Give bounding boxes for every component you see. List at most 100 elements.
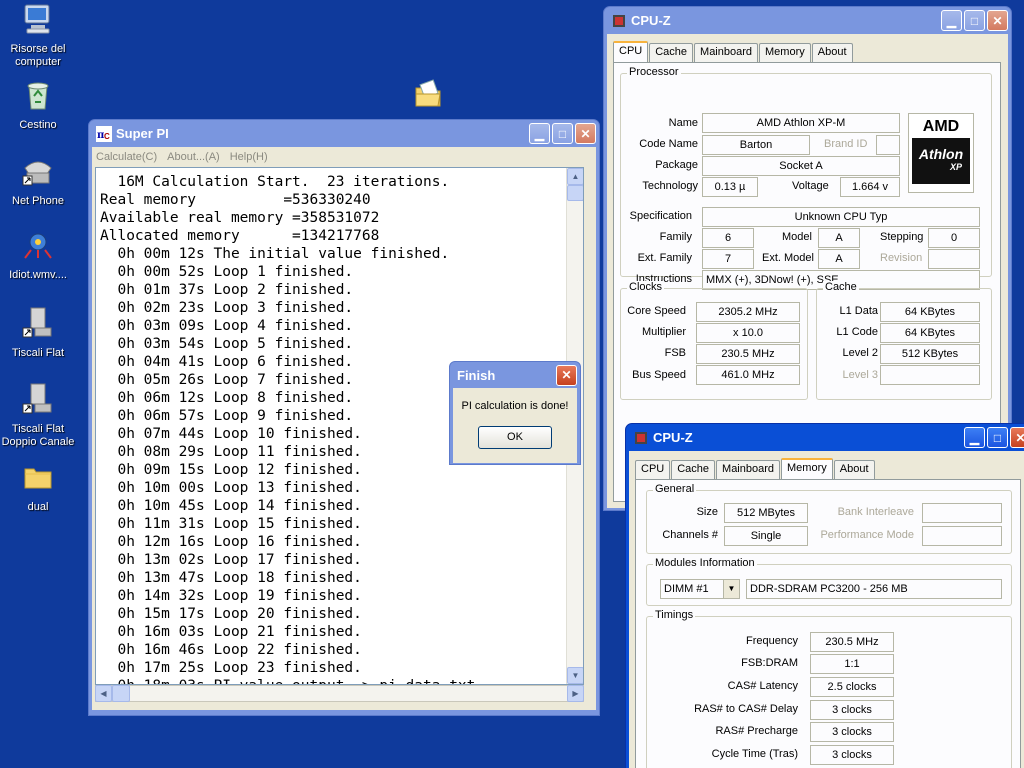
maximize-button[interactable]: □ xyxy=(552,123,573,144)
codename-label: Code Name xyxy=(639,138,698,150)
size-label: Size xyxy=(696,506,718,518)
tab-strip: CPU Cache Mainboard Memory About xyxy=(629,451,1024,480)
menu-calculate[interactable]: Calculate(C) xyxy=(96,151,157,163)
frequency-label: Frequency xyxy=(746,635,798,647)
size-value: 512 MBytes xyxy=(724,503,808,523)
performance-mode-value xyxy=(922,526,1002,546)
scroll-right-button[interactable]: ▶ xyxy=(567,685,584,702)
tab-memory[interactable]: Memory xyxy=(781,458,833,480)
menu-help[interactable]: Help(H) xyxy=(230,151,268,163)
dimm-select-value: DIMM #1 xyxy=(664,583,709,595)
svg-text:C: C xyxy=(104,132,110,141)
output-line: 0h 15m 17s Loop 20 finished. xyxy=(100,606,362,622)
output-line: 0h 10m 45s Loop 14 finished. xyxy=(100,498,362,514)
menu-about[interactable]: About...(A) xyxy=(167,151,220,163)
output-line: 0h 00m 52s Loop 1 finished. xyxy=(100,264,354,280)
tab-about[interactable]: About xyxy=(811,43,853,63)
dialog-titlebar[interactable]: Finish ✕ xyxy=(453,362,577,388)
specification-label: Specification xyxy=(629,210,692,222)
name-label: Name xyxy=(668,117,698,129)
recycle-bin-icon xyxy=(27,82,49,110)
minimize-button[interactable]: ▁ xyxy=(941,10,962,31)
multiplier-value: x 10.0 xyxy=(696,323,800,343)
scroll-thumb[interactable] xyxy=(567,185,583,201)
level3-label: Level 3 xyxy=(842,369,878,381)
desktop-icon-computer[interactable]: Risorse del computer xyxy=(0,2,76,69)
desktop-icon-label: Tiscali Flat xyxy=(11,347,65,359)
l1code-value: 64 KBytes xyxy=(880,323,980,343)
cpuz-titlebar[interactable]: CPU-Z ▁ □ ✕ xyxy=(607,7,1008,34)
desktop-icon-media-file[interactable]: Idiot.wmv.... xyxy=(0,228,76,282)
fsb-value: 230.5 MHz xyxy=(696,344,800,364)
busspeed-label: Bus Speed xyxy=(632,369,686,381)
output-line: 0h 01m 37s Loop 2 finished. xyxy=(100,282,354,298)
folder-icon xyxy=(24,468,52,489)
brandid-value xyxy=(876,135,900,155)
output-line: 0h 03m 54s Loop 5 finished. xyxy=(100,336,354,352)
package-value: Socket A xyxy=(702,156,900,176)
scroll-thumb-h[interactable] xyxy=(112,685,130,702)
desktop-icon-dual[interactable]: dual xyxy=(0,460,76,514)
model-value: A xyxy=(818,228,860,248)
output-line: 0h 17m 25s Loop 23 finished. xyxy=(100,660,362,676)
ras-precharge-label: RAS# Precharge xyxy=(715,725,798,737)
codename-value: Barton xyxy=(702,135,810,155)
revision-value xyxy=(928,249,980,269)
tab-cpu[interactable]: CPU xyxy=(613,41,649,63)
minimize-button[interactable]: ▁ xyxy=(529,123,550,144)
desktop-icon-recycle-bin[interactable]: Cestino xyxy=(0,78,76,132)
scroll-down-button[interactable]: ▼ xyxy=(567,667,583,684)
minimize-button[interactable]: ▁ xyxy=(964,427,985,448)
ras-precharge-value: 3 clocks xyxy=(810,722,894,742)
corespeed-value: 2305.2 MHz xyxy=(696,302,800,322)
desktop-icon-tiscali-flat-doppio[interactable]: Tiscali Flat Doppio Canale xyxy=(0,382,76,449)
desktop-icon-tiscali-flat[interactable]: Tiscali Flat xyxy=(0,306,76,360)
output-line: 0h 16m 46s Loop 22 finished. xyxy=(100,642,362,658)
cas-latency-label: CAS# Latency xyxy=(727,680,798,692)
chevron-down-icon: ▼ xyxy=(723,580,739,598)
tab-cache[interactable]: Cache xyxy=(671,460,716,480)
maximize-button[interactable]: □ xyxy=(964,10,985,31)
close-button[interactable]: ✕ xyxy=(1010,427,1024,448)
logo-product: Athlon xyxy=(918,146,964,162)
superpi-app-icon: πC xyxy=(96,125,112,142)
tab-cache[interactable]: Cache xyxy=(649,43,694,63)
scroll-up-button[interactable]: ▲ xyxy=(567,168,583,185)
tab-mainboard[interactable]: Mainboard xyxy=(694,43,759,63)
cpuz-titlebar[interactable]: CPU-Z ▁ □ ✕ xyxy=(629,424,1024,451)
tab-mainboard[interactable]: Mainboard xyxy=(716,460,781,480)
horizontal-scrollbar[interactable]: ◀ ▶ xyxy=(95,685,584,702)
tab-about[interactable]: About xyxy=(833,460,875,480)
group-title: Cache xyxy=(823,281,859,293)
tab-cpu[interactable]: CPU xyxy=(635,460,671,480)
close-button[interactable]: ✕ xyxy=(556,364,577,386)
l1data-value: 64 KBytes xyxy=(880,302,980,322)
memory-panel: General Size 512 MBytes Bank Interleave … xyxy=(635,479,1021,768)
technology-label: Technology xyxy=(642,180,698,192)
superpi-titlebar[interactable]: πC Super PI ▁ □ ✕ xyxy=(92,120,596,147)
performance-mode-label: Performance Mode xyxy=(820,529,914,541)
voltage-value: 1.664 v xyxy=(840,177,900,197)
model-label: Model xyxy=(782,231,812,243)
technology-value: 0.13 µ xyxy=(702,177,758,197)
tab-memory[interactable]: Memory xyxy=(759,43,811,63)
maximize-button[interactable]: □ xyxy=(987,427,1008,448)
ok-button[interactable]: OK xyxy=(478,426,552,449)
group-title: Timings xyxy=(653,609,696,621)
desktop-icon-net-phone[interactable]: Net Phone xyxy=(0,154,76,208)
corespeed-label: Core Speed xyxy=(627,305,686,317)
close-button[interactable]: ✕ xyxy=(987,10,1008,31)
scroll-left-button[interactable]: ◀ xyxy=(95,685,112,702)
revision-label: Revision xyxy=(880,252,923,264)
network-shortcut-icon xyxy=(22,383,52,414)
close-button[interactable]: ✕ xyxy=(575,123,596,144)
ras-to-cas-label: RAS# to CAS# Delay xyxy=(694,703,798,715)
output-line: 0h 12m 16s Loop 16 finished. xyxy=(100,534,362,550)
output-line: 0h 13m 47s Loop 18 finished. xyxy=(100,570,362,586)
output-line: 0h 18m 03s PI value output -> pi_data.tx… xyxy=(100,677,583,684)
folder-icon[interactable] xyxy=(412,78,444,110)
bank-interleave-value xyxy=(922,503,1002,523)
extfamily-label: Ext. Family xyxy=(637,252,692,264)
frequency-value: 230.5 MHz xyxy=(810,632,894,652)
dimm-select[interactable]: DIMM #1 ▼ xyxy=(660,579,740,599)
